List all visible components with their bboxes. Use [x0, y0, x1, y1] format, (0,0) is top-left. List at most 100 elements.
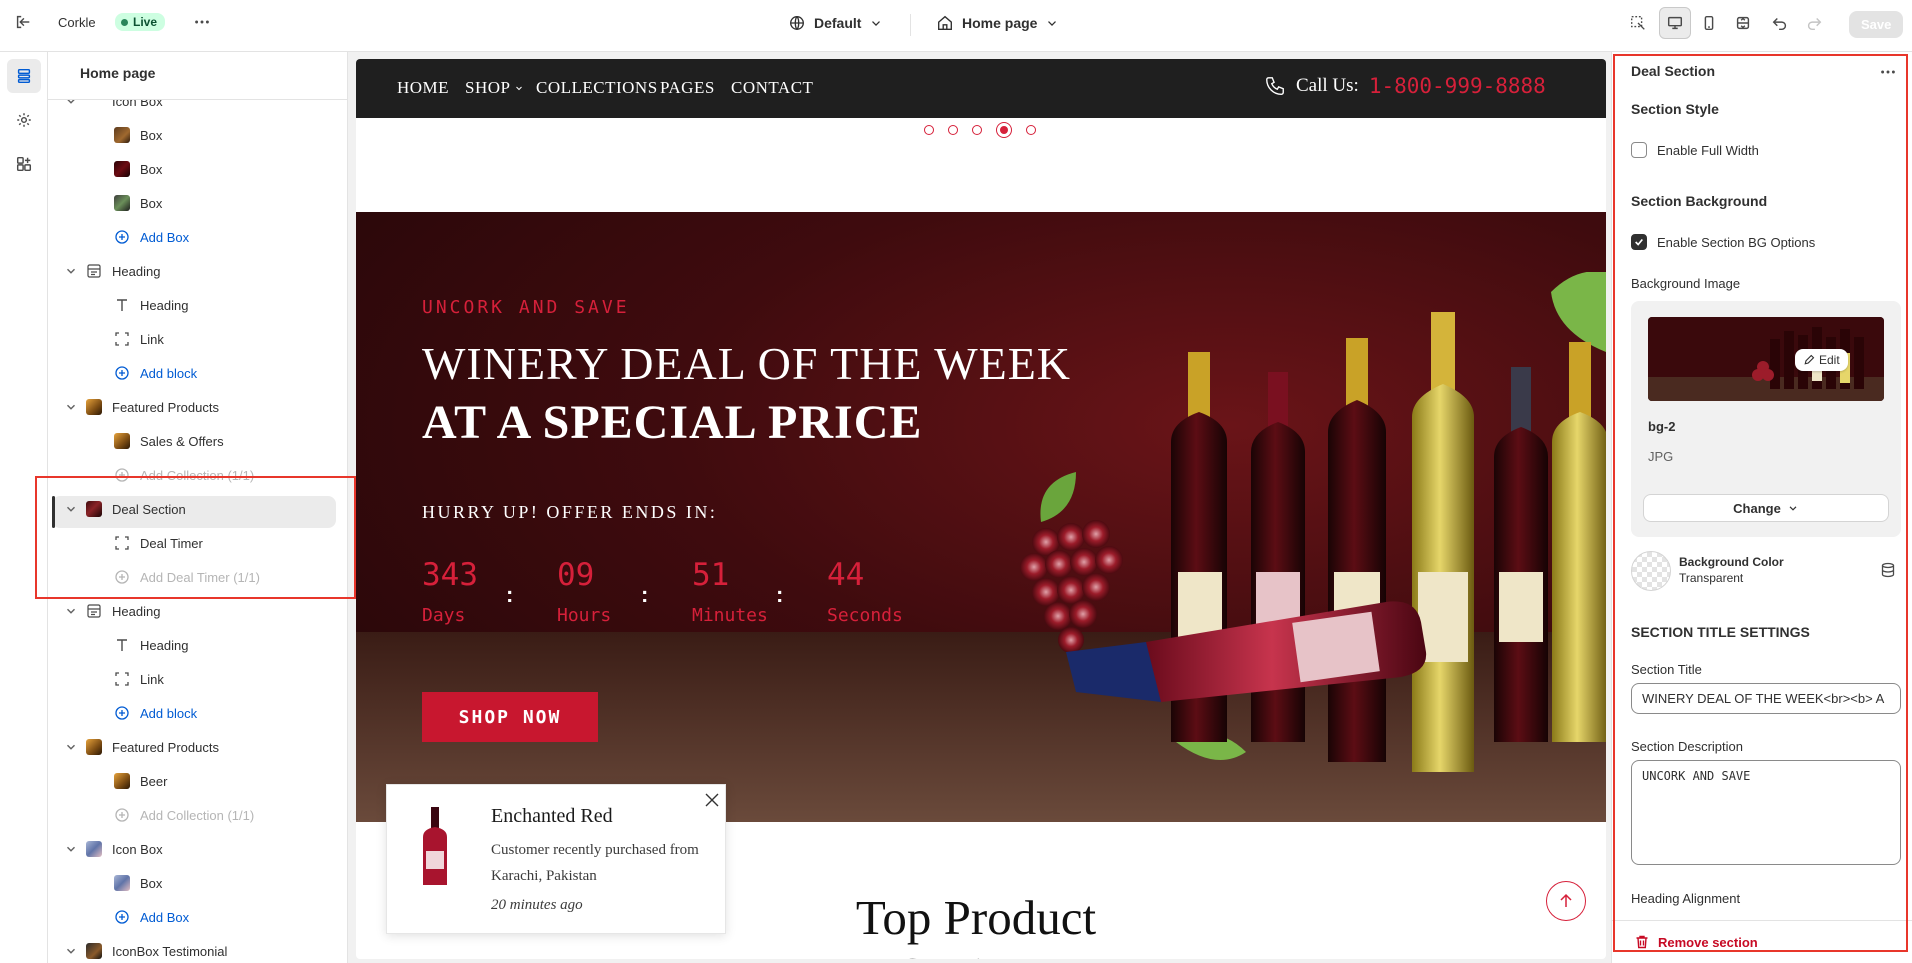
mobile-icon[interactable] [1693, 7, 1725, 39]
chevron-down-icon [872, 21, 881, 26]
slider-dot[interactable] [1026, 125, 1036, 135]
bg-image-filename: bg-2 [1648, 419, 1676, 434]
apps-icon[interactable] [7, 147, 41, 181]
nav-home[interactable]: HOME [397, 78, 449, 98]
call-us[interactable]: Call Us: 1-800-999-8888 [1264, 74, 1546, 98]
nav-collections[interactable]: COLLECTIONS [536, 78, 658, 98]
heading-icon [86, 603, 102, 619]
bg-color-swatch[interactable] [1631, 551, 1671, 591]
exit-icon[interactable] [9, 8, 37, 36]
slider-dot-active[interactable] [996, 122, 1012, 138]
bg-image-filetype: JPG [1648, 449, 1674, 464]
tree-section-item[interactable]: Heading [48, 256, 347, 286]
trash-icon [1636, 935, 1648, 949]
tree-block-item[interactable]: Box [48, 120, 347, 150]
chevron-down-icon[interactable] [64, 842, 78, 856]
settings-panel: Deal Section Section Style Enable Full W… [1611, 52, 1912, 963]
store-preview: HOME SHOP COLLECTIONS PAGES CONTACT Call… [356, 59, 1606, 959]
tree-item-label: Add Collection (1/1) [140, 468, 255, 483]
chevron-down-icon[interactable] [64, 502, 78, 516]
edit-image-button[interactable]: Edit [1795, 349, 1848, 371]
more-actions-icon[interactable] [188, 8, 216, 36]
undo-icon[interactable] [1766, 9, 1794, 37]
tree-block-item[interactable]: Heading [48, 290, 347, 320]
phone-number: 1-800-999-8888 [1368, 74, 1546, 98]
slider-dot[interactable] [972, 125, 982, 135]
tree-block-item[interactable]: Sales & Offers [48, 426, 347, 456]
tree-block-item[interactable]: Beer [48, 766, 347, 796]
section-background-heading: Section Background [1631, 193, 1768, 209]
tree-block-item[interactable]: Deal Timer [48, 528, 347, 558]
page-selector[interactable]: Home page [936, 14, 1059, 32]
slider-dot[interactable] [924, 125, 934, 135]
remove-section-button[interactable]: Remove section [1634, 934, 1758, 950]
sections-icon[interactable] [7, 59, 41, 93]
chevron-down-icon[interactable] [64, 400, 78, 414]
theme-selector[interactable]: Default [788, 14, 883, 32]
change-image-button[interactable]: Change [1643, 494, 1889, 522]
timer-seconds-label: Seconds [827, 605, 903, 626]
chevron-down-icon[interactable] [64, 944, 78, 958]
device-switcher [1659, 7, 1759, 39]
save-button[interactable]: Save [1849, 11, 1904, 38]
block-thumbnail-icon [86, 399, 102, 415]
add-block-disabled: Add Collection (1/1) [48, 460, 347, 490]
edit-label: Edit [1819, 353, 1840, 367]
desktop-icon[interactable] [1659, 7, 1691, 39]
chevron-down-icon[interactable] [64, 740, 78, 754]
add-block-button[interactable]: Add block [48, 358, 347, 388]
chevron-down-icon [1789, 506, 1797, 511]
fullscreen-icon[interactable] [1727, 7, 1759, 39]
tree-section-item[interactable]: Featured Products [48, 392, 347, 422]
tree-block-item[interactable]: Link [48, 324, 347, 354]
tree-block-item[interactable]: Box [48, 154, 347, 184]
tree-block-item[interactable]: Box [48, 188, 347, 218]
more-options-icon[interactable] [1874, 58, 1902, 86]
close-icon[interactable] [705, 793, 719, 807]
link-block-icon [114, 331, 130, 347]
block-thumbnail-icon [86, 501, 102, 517]
timer-hours-value: 09 [557, 557, 595, 593]
tree-block-item[interactable]: Link [48, 664, 347, 694]
tree-section-item[interactable]: IconBox Testimonial [48, 936, 347, 963]
tree-block-item[interactable]: Heading [48, 630, 347, 660]
full-width-checkbox[interactable]: Enable Full Width [1631, 142, 1759, 158]
tree-block-item[interactable]: Box [48, 868, 347, 898]
add-block-button[interactable]: Add Box [48, 902, 347, 932]
chevron-down-icon[interactable] [64, 264, 78, 278]
tree-section-item[interactable]: Featured Products [48, 732, 347, 762]
notification-title: Enchanted Red [491, 805, 613, 827]
shop-now-button[interactable]: SHOP NOW [422, 692, 598, 742]
database-icon[interactable] [1880, 562, 1896, 578]
redo-icon[interactable] [1800, 9, 1828, 37]
nav-pages[interactable]: PAGES [660, 78, 715, 98]
tree-item-label: Add block [140, 366, 198, 381]
chevron-down-icon[interactable] [64, 604, 78, 618]
tree-item-label: IconBox Testimonial [112, 944, 228, 959]
live-badge: Live [115, 13, 166, 31]
section-title-input[interactable]: WINERY DEAL OF THE WEEK<br><b> A [1631, 683, 1901, 714]
tree-item-label: Box [140, 196, 163, 211]
section-description-textarea[interactable]: UNCORK AND SAVE [1631, 760, 1901, 865]
tree-section-item[interactable]: Deal Section [48, 494, 347, 528]
store-nav: HOME SHOP COLLECTIONS PAGES CONTACT Call… [356, 59, 1606, 118]
tree-item-label: Add Deal Timer (1/1) [140, 570, 260, 585]
full-width-label: Enable Full Width [1657, 142, 1759, 158]
inspector-icon[interactable] [1624, 9, 1652, 37]
deal-section[interactable]: UNCORK AND SAVE WINERY DEAL OF THE WEEK … [356, 212, 1606, 822]
bg-options-checkbox[interactable]: Enable Section BG Options [1631, 234, 1815, 250]
slider-dot[interactable] [948, 125, 958, 135]
add-circle-icon [114, 705, 130, 721]
add-block-button[interactable]: Add block [48, 698, 347, 728]
nav-contact[interactable]: CONTACT [731, 78, 813, 98]
tree-section-item[interactable]: Heading [48, 596, 347, 626]
add-block-button[interactable]: Add Box [48, 222, 347, 252]
nav-shop[interactable]: SHOP [465, 78, 524, 98]
settings-gear-icon[interactable] [7, 103, 41, 137]
scroll-to-top-button[interactable] [1546, 881, 1586, 921]
top-bar: Corkle Live Default Home page Save [0, 0, 1912, 52]
bg-image-preview[interactable] [1648, 317, 1884, 401]
nav-shop-label: SHOP [465, 78, 511, 97]
tree-section-item[interactable]: Icon Box [48, 834, 347, 864]
arrow-up-icon [1560, 893, 1572, 907]
